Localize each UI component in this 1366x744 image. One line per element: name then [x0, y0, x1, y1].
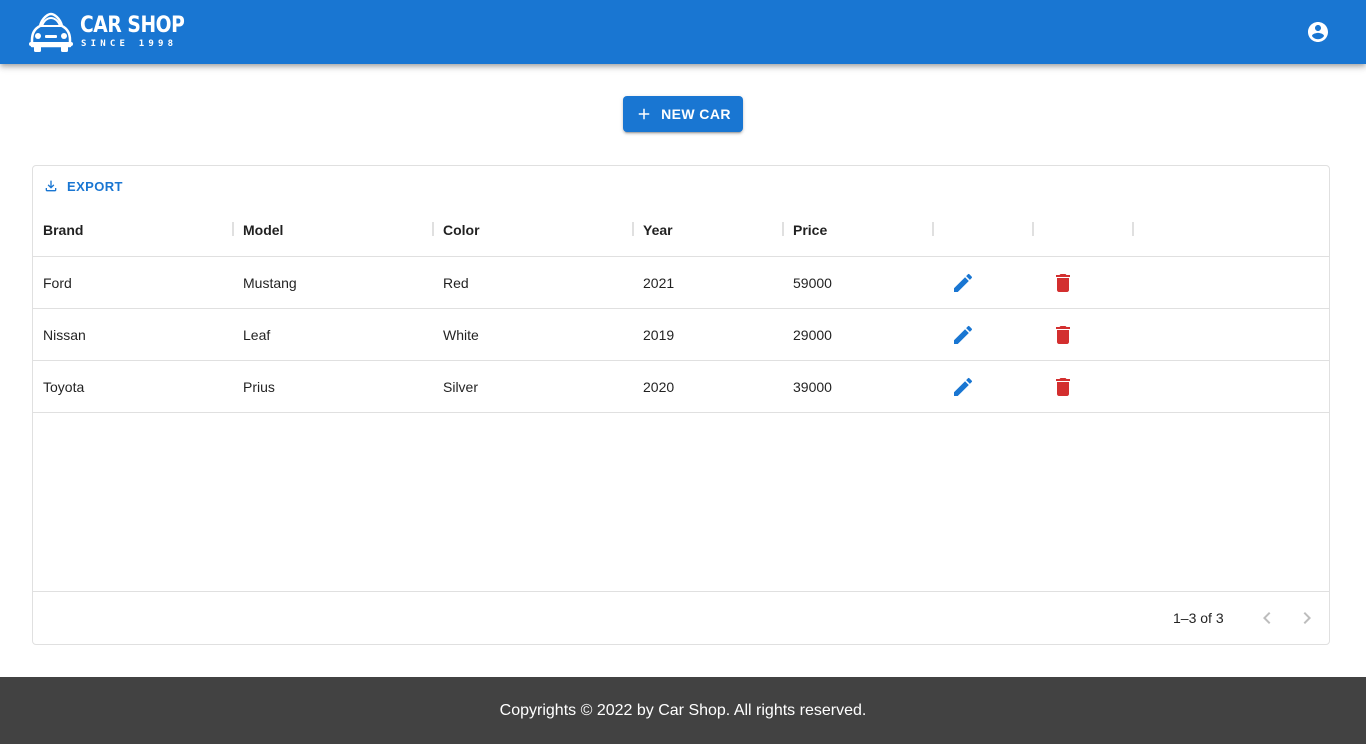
car-shop-logo[interactable]: CAR SHOP SINCE 1998 [26, 10, 185, 54]
delete-trash-icon[interactable] [1051, 271, 1075, 295]
site-footer: Copyrights © 2022 by Car Shop. All right… [0, 677, 1366, 744]
chevron-left-icon[interactable] [1255, 606, 1279, 630]
table-row[interactable]: Toyota Prius Silver 2020 39000 [33, 361, 1329, 413]
table-row[interactable]: Nissan Leaf White 2019 29000 [33, 309, 1329, 361]
logo-title: CAR SHOP [80, 13, 185, 38]
cell-year: 2021 [643, 274, 675, 291]
column-header-model[interactable]: Model [233, 202, 433, 257]
download-icon [45, 180, 57, 192]
plus-icon [638, 108, 650, 120]
table-row[interactable]: Ford Mustang Red 2021 59000 [33, 257, 1329, 309]
new-car-label: NEW CAR [661, 106, 731, 122]
column-separator[interactable] [1132, 222, 1134, 236]
export-label: EXPORT [67, 178, 123, 194]
cell-color: White [443, 326, 479, 343]
new-car-button[interactable]: NEW CAR [623, 96, 743, 132]
cell-price: 29000 [793, 326, 832, 343]
pagination-range: 1–3 of 3 [1173, 610, 1224, 626]
column-header-brand[interactable]: Brand [33, 202, 233, 257]
column-header-price[interactable]: Price [783, 202, 933, 257]
delete-trash-icon[interactable] [1051, 323, 1075, 347]
cell-model: Prius [243, 378, 275, 395]
edit-pencil-icon[interactable] [951, 271, 975, 295]
app-bar: CAR SHOP SINCE 1998 [0, 0, 1366, 64]
cell-color: Silver [443, 378, 479, 395]
column-header-edit [933, 202, 1033, 257]
edit-pencil-icon[interactable] [951, 323, 975, 347]
grid-header: Brand Model Color Year Price [33, 202, 1329, 257]
cell-model: Leaf [243, 326, 271, 343]
cell-brand: Ford [43, 274, 72, 291]
copyright-text: Copyrights © 2022 by Car Shop. All right… [499, 701, 867, 719]
column-header-year[interactable]: Year [633, 202, 783, 257]
cars-data-grid: EXPORT Brand Model Color Year Price Ford… [32, 165, 1330, 645]
cell-year: 2020 [643, 378, 675, 395]
cell-model: Mustang [243, 274, 297, 291]
cell-year: 2019 [643, 326, 675, 343]
edit-pencil-icon[interactable] [951, 375, 975, 399]
delete-trash-icon[interactable] [1051, 375, 1075, 399]
cell-price: 59000 [793, 274, 832, 291]
cell-color: Red [443, 274, 469, 291]
cell-brand: Nissan [43, 326, 86, 343]
chevron-right-icon[interactable] [1295, 606, 1319, 630]
grid-pagination: 1–3 of 3 [33, 591, 1329, 644]
column-header-delete [1033, 202, 1133, 257]
account-circle-icon[interactable] [1306, 20, 1330, 44]
column-header-color[interactable]: Color [433, 202, 633, 257]
export-button[interactable]: EXPORT [39, 174, 127, 198]
cell-price: 39000 [793, 378, 832, 395]
logo-subtitle: SINCE 1998 [81, 39, 178, 49]
cell-brand: Toyota [43, 378, 85, 395]
beetle-car-icon [29, 12, 73, 52]
